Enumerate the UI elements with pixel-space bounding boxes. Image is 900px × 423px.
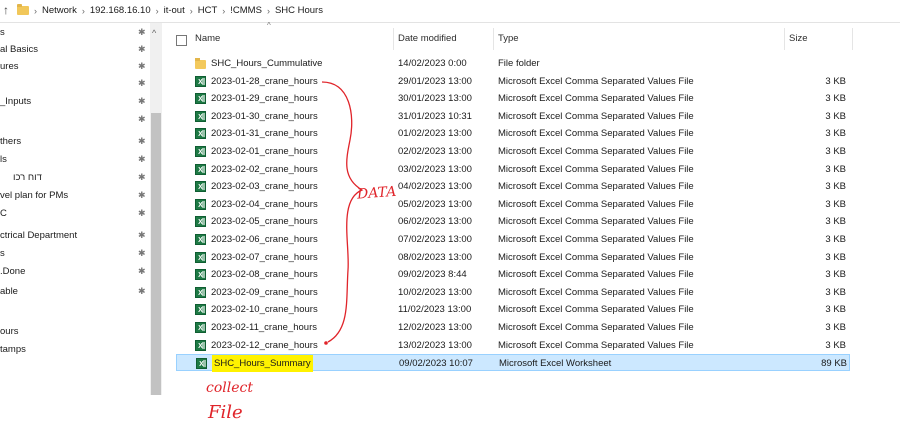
red-bracket (321, 81, 364, 343)
collect-annotation: collect (206, 380, 253, 396)
file-annotation: File (207, 402, 243, 423)
handwritten-annotation-layer: DATA collect File (206, 81, 397, 423)
red-dot (324, 341, 328, 345)
data-annotation: DATA (356, 184, 397, 203)
